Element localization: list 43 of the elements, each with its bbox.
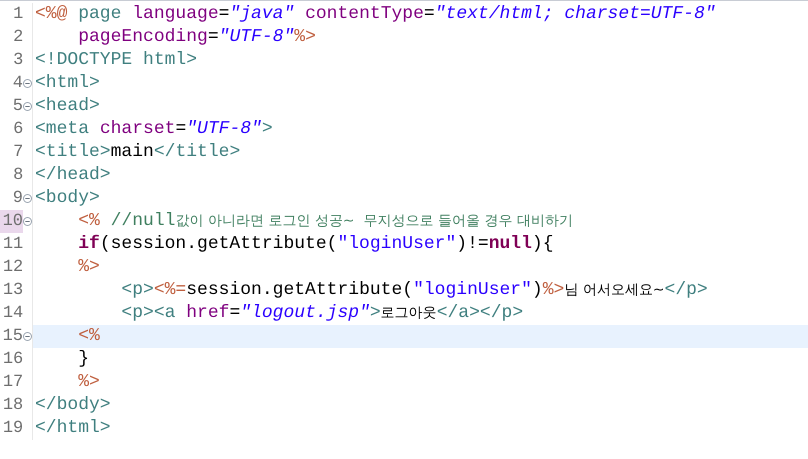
line-number: 2 [12, 27, 24, 49]
code-line: <body> [34, 187, 101, 210]
line-number: 15 [2, 326, 23, 348]
code-line: <!DOCTYPE html> [34, 49, 198, 72]
code-line: <% //null값이 아니라면 로그인 성공~ 무지성으로 들어올 경우 대비하기 [77, 210, 574, 233]
line-number: 18 [2, 395, 24, 417]
line-number: 13 [2, 280, 24, 302]
code-line: <p><%=session.getAttribute("loginUser")%>님 어서오세요~</p> [120, 279, 709, 302]
line-number: 8 [12, 165, 24, 187]
code-line: <p><a href="logout.jsp">로그아웃</a></p> [120, 302, 524, 325]
code-line: %> [77, 256, 101, 279]
code-line: </html> [34, 417, 112, 440]
line-number: 19 [2, 418, 24, 440]
line-number: 3 [12, 50, 24, 72]
collapse-icon[interactable] [23, 194, 32, 203]
collapse-icon[interactable] [23, 332, 32, 341]
code-line: </body> [34, 394, 112, 417]
code-line: <head> [34, 95, 101, 118]
line-number: 17 [2, 372, 24, 394]
code-line: } [77, 348, 90, 371]
line-number: 14 [2, 303, 24, 325]
line-number: 7 [12, 142, 24, 164]
line-number: 10 [0, 210, 23, 233]
collapse-icon[interactable] [23, 102, 32, 111]
code-line: <meta charset="UTF-8"> [34, 118, 274, 141]
code-line: <%@ page language="java" contentType="text/html; charset=UTF-8" [34, 3, 717, 26]
line-number: 4 [12, 73, 23, 95]
code-line: if(session.getAttribute("loginUser")!=null){ [77, 233, 555, 256]
line-number: 16 [2, 349, 24, 371]
line-number: 6 [12, 119, 24, 141]
line-number: 1 [12, 4, 24, 26]
line-number: 11 [2, 234, 24, 256]
line-number: 5 [12, 96, 23, 118]
code-line: <html> [34, 72, 101, 95]
collapse-icon[interactable] [23, 217, 32, 226]
code-line: %> [77, 371, 101, 394]
code-line: pageEncoding="UTF-8"%> [77, 26, 317, 49]
code-line: </head> [34, 164, 112, 187]
collapse-icon[interactable] [23, 79, 32, 88]
line-number: 9 [12, 188, 23, 210]
current-line-highlight: <% [33, 325, 808, 348]
code-line: <title>main</title> [34, 141, 242, 164]
line-number: 12 [2, 257, 24, 279]
